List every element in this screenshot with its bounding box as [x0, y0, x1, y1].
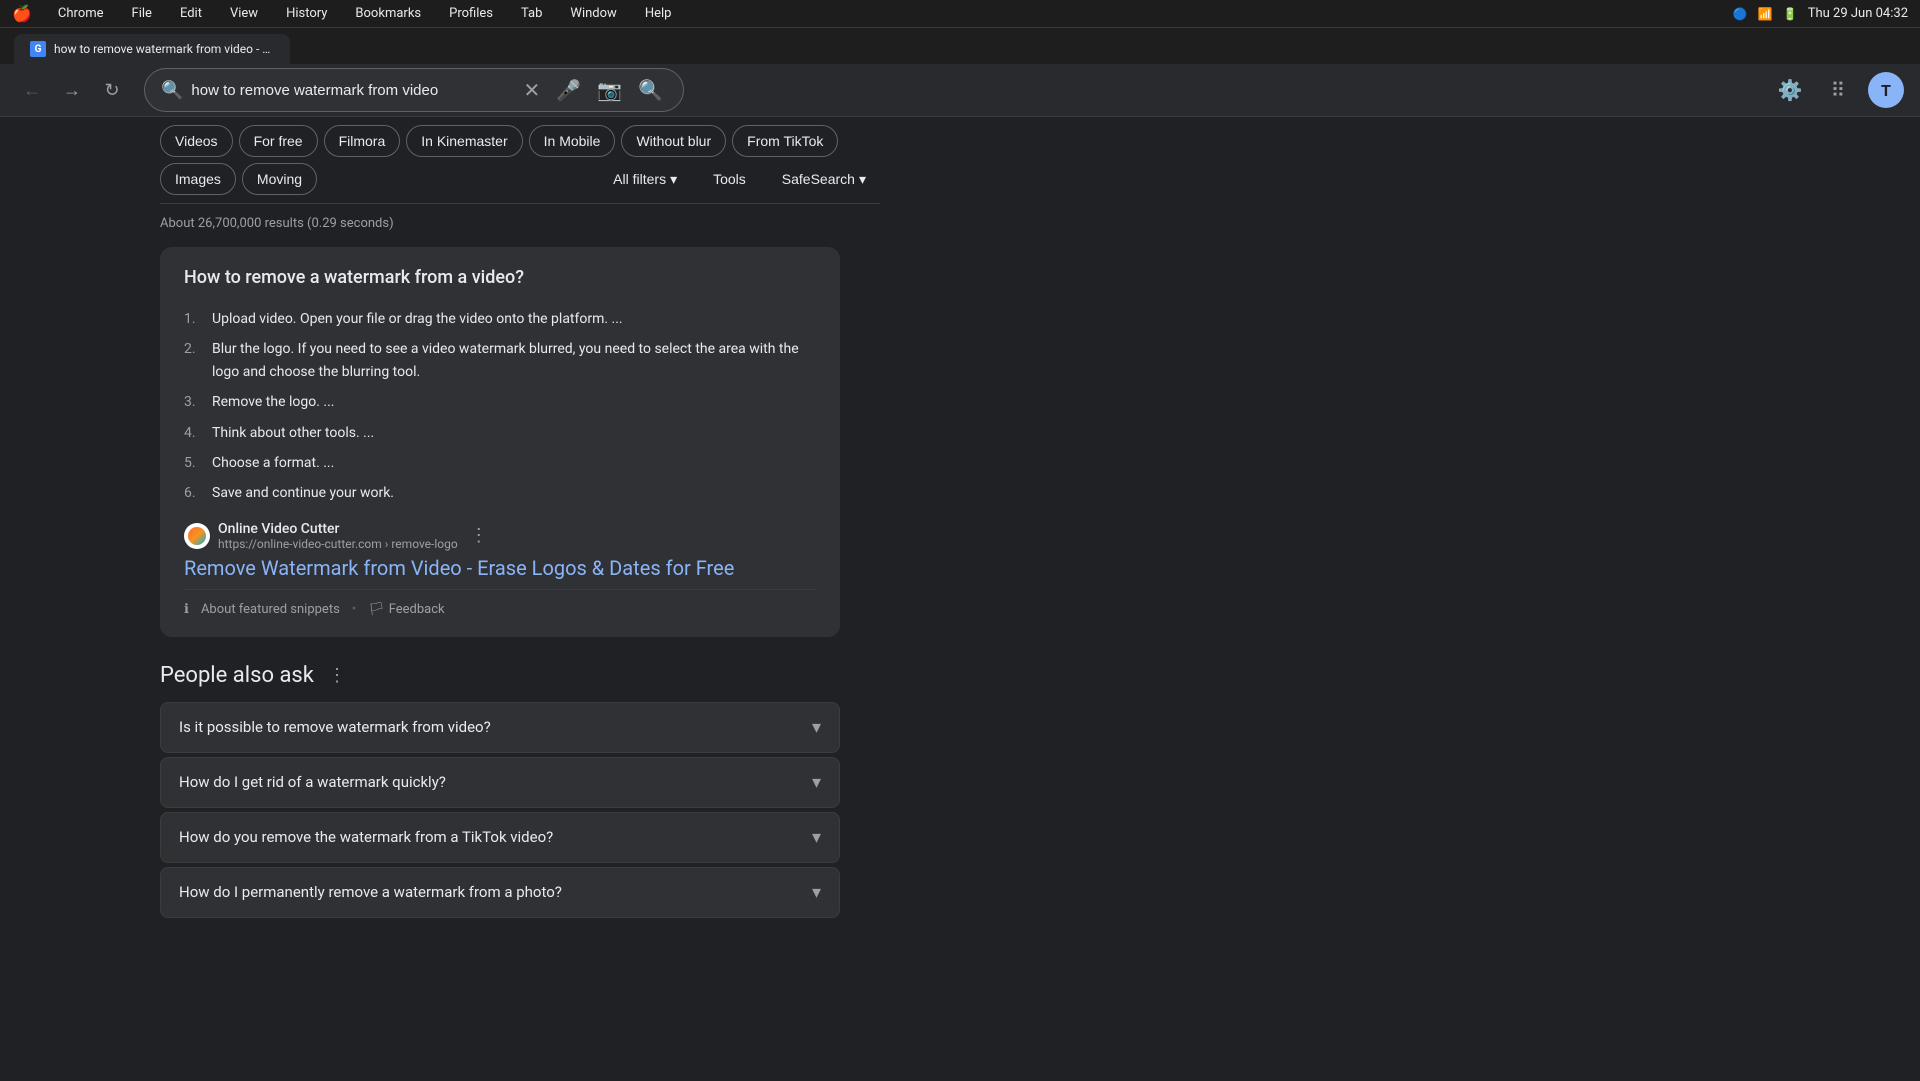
paa-chevron-0-icon: ▾: [812, 717, 821, 738]
avatar[interactable]: T: [1868, 72, 1904, 108]
paa-menu-button[interactable]: ⋮: [324, 661, 350, 690]
menu-tab[interactable]: Tab: [515, 4, 548, 23]
paa-chevron-3-icon: ▾: [812, 882, 821, 903]
paa-chevron-1-icon: ▾: [812, 772, 821, 793]
menu-file[interactable]: File: [126, 4, 158, 23]
info-icon: ℹ: [184, 602, 189, 617]
filter-from-tiktok[interactable]: From TikTok: [732, 125, 838, 157]
paa-question-1: How do I get rid of a watermark quickly?: [179, 773, 446, 791]
filter-filmora[interactable]: Filmora: [324, 125, 401, 157]
featured-snippet: How to remove a watermark from a video? …: [160, 247, 840, 637]
paa-title: People also ask: [160, 663, 314, 688]
filter-videos[interactable]: Videos: [160, 125, 233, 157]
tab-favicon: G: [30, 41, 46, 57]
paa-item-0[interactable]: Is it possible to remove watermark from …: [160, 702, 840, 753]
battery-icon: 🔋: [1783, 7, 1798, 21]
people-also-ask-section: People also ask ⋮ Is it possible to remo…: [160, 661, 840, 918]
snippet-step-4: 4. Think about other tools. ...: [184, 418, 816, 448]
safe-search-chevron-icon: ▾: [859, 171, 866, 188]
tools-button[interactable]: Tools: [699, 164, 760, 194]
filter-right-controls: All filters ▾ Tools SafeSearch ▾: [599, 164, 880, 195]
address-bar-row: ← → ↻ 🔍 ✕ 🎤 📷 🔍 ⚙️ ⠿ T: [0, 64, 1920, 116]
snippet-step-1: 1. Upload video. Open your file or drag …: [184, 304, 816, 334]
snippet-footer: ℹ About featured snippets • 🏳 Feedback: [184, 589, 816, 617]
back-button[interactable]: ←: [16, 74, 48, 106]
dot-separator: •: [352, 602, 356, 617]
paa-chevron-2-icon: ▾: [812, 827, 821, 848]
search-input[interactable]: [191, 82, 511, 99]
feedback-icon: 🏳: [368, 602, 385, 617]
filter-for-free[interactable]: For free: [239, 125, 318, 157]
safe-search-button[interactable]: SafeSearch ▾: [768, 164, 880, 195]
feedback-link[interactable]: 🏳 Feedback: [368, 602, 444, 617]
mac-menubar: 🍎 Chrome File Edit View History Bookmark…: [0, 0, 1920, 28]
right-sidebar: [880, 117, 1300, 1081]
voice-search-button[interactable]: 🎤: [552, 74, 585, 107]
browser-chrome: G how to remove watermark from video - G…: [0, 28, 1920, 117]
filter-images[interactable]: Images: [160, 163, 236, 195]
menu-profiles[interactable]: Profiles: [443, 4, 499, 23]
paa-question-2: How do you remove the watermark from a T…: [179, 828, 553, 846]
settings-button[interactable]: ⚙️: [1772, 72, 1808, 108]
clock-display: Thu 29 Jun 04:32: [1808, 6, 1908, 21]
apps-button[interactable]: ⠿: [1820, 72, 1856, 108]
forward-button[interactable]: →: [56, 74, 88, 106]
snippet-step-6: 6. Save and continue your work.: [184, 478, 816, 508]
snippet-question: How to remove a watermark from a video?: [184, 267, 816, 288]
source-menu-button[interactable]: ⋮: [466, 523, 492, 548]
all-filters-chevron-icon: ▾: [670, 171, 677, 188]
header-right-actions: ⚙️ ⠿ T: [1772, 72, 1904, 108]
bluetooth-icon: 🔵: [1733, 7, 1748, 21]
source-url: https://online-video-cutter.com › remove…: [218, 537, 458, 551]
tab-bar: G how to remove watermark from video - G…: [0, 28, 1920, 64]
source-row: Online Video Cutter https://online-video…: [184, 509, 816, 555]
active-tab[interactable]: G how to remove watermark from video - G…: [14, 34, 290, 64]
snippet-steps-list: 1. Upload video. Open your file or drag …: [184, 304, 816, 509]
menu-view[interactable]: View: [224, 4, 264, 23]
menubar-right-icons: 🔵 📶 🔋 Thu 29 Jun 04:32: [1733, 6, 1908, 21]
lens-search-button[interactable]: 📷: [593, 74, 626, 107]
source-favicon: [184, 523, 210, 549]
main-content: Videos For free Filmora In Kinemaster In…: [0, 117, 1920, 1081]
menu-help[interactable]: Help: [639, 4, 678, 23]
menu-history[interactable]: History: [280, 4, 333, 23]
menu-chrome[interactable]: Chrome: [52, 4, 110, 23]
about-featured-snippets-link[interactable]: About featured snippets: [201, 602, 340, 617]
apple-logo-icon: 🍎: [12, 4, 32, 23]
paa-item-3[interactable]: How do I permanently remove a watermark …: [160, 867, 840, 918]
paa-header: People also ask ⋮: [160, 661, 840, 690]
refresh-button[interactable]: ↻: [96, 74, 128, 106]
wifi-icon: 📶: [1758, 7, 1773, 21]
result-title-link[interactable]: Remove Watermark from Video - Erase Logo…: [184, 555, 816, 581]
paa-question-3: How do I permanently remove a watermark …: [179, 883, 562, 901]
paa-question-0: Is it possible to remove watermark from …: [179, 718, 491, 736]
filter-moving[interactable]: Moving: [242, 163, 317, 195]
snippet-step-2: 2. Blur the logo. If you need to see a v…: [184, 334, 816, 387]
results-area: Videos For free Filmora In Kinemaster In…: [0, 117, 880, 1081]
snippet-step-5: 5. Choose a format. ...: [184, 448, 816, 478]
filter-in-mobile[interactable]: In Mobile: [529, 125, 616, 157]
filter-in-kinemaster[interactable]: In Kinemaster: [406, 125, 522, 157]
search-icon: 🔍: [161, 80, 183, 101]
filter-tabs: Videos For free Filmora In Kinemaster In…: [160, 117, 880, 204]
filter-without-blur[interactable]: Without blur: [621, 125, 726, 157]
menu-edit[interactable]: Edit: [174, 4, 208, 23]
paa-item-1[interactable]: How do I get rid of a watermark quickly?…: [160, 757, 840, 808]
menu-window[interactable]: Window: [564, 4, 622, 23]
tab-title: how to remove watermark from video - Goo…: [54, 42, 274, 56]
all-filters-button[interactable]: All filters ▾: [599, 164, 691, 195]
source-name: Online Video Cutter: [218, 521, 458, 537]
source-info: Online Video Cutter https://online-video…: [218, 521, 458, 551]
menu-bookmarks[interactable]: Bookmarks: [349, 4, 427, 23]
search-submit-button[interactable]: 🔍: [634, 74, 667, 107]
source-favicon-icon: [188, 527, 206, 545]
address-search-bar[interactable]: 🔍 ✕ 🎤 📷 🔍: [144, 68, 684, 112]
results-count: About 26,700,000 results (0.29 seconds): [160, 204, 880, 247]
clear-search-button[interactable]: ✕: [520, 74, 545, 107]
snippet-step-3: 3. Remove the logo. ...: [184, 387, 816, 417]
paa-item-2[interactable]: How do you remove the watermark from a T…: [160, 812, 840, 863]
